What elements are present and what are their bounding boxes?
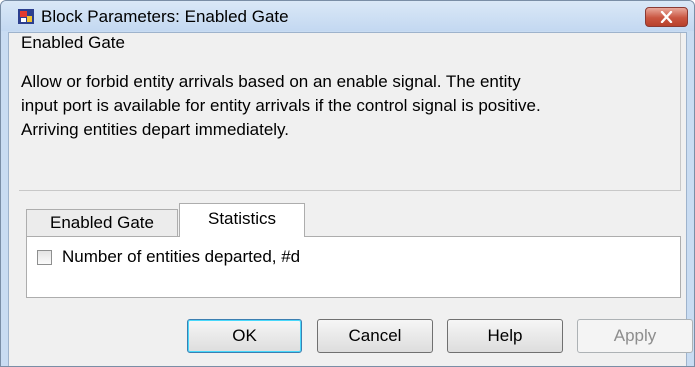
block-description: Allow or forbid entity arrivals based on…: [21, 70, 676, 142]
description-line: Allow or forbid entity arrivals based on…: [21, 72, 521, 91]
cancel-button[interactable]: Cancel: [317, 319, 433, 353]
description-line: input port is available for entity arriv…: [21, 96, 541, 115]
statistics-tab-panel: Number of entities departed, #d: [26, 236, 681, 298]
close-button[interactable]: [645, 7, 688, 27]
simulink-block-icon: [18, 9, 34, 24]
dialog-window: Block Parameters: Enabled Gate Enabled G…: [0, 0, 695, 367]
tab-enabled-gate[interactable]: Enabled Gate: [26, 209, 178, 237]
ok-button[interactable]: OK: [187, 319, 302, 353]
apply-button[interactable]: Apply: [577, 319, 693, 353]
window-title: Block Parameters: Enabled Gate: [41, 7, 289, 26]
group-title: Enabled Gate: [21, 33, 125, 52]
entities-departed-label[interactable]: Number of entities departed, #d: [62, 247, 300, 267]
entities-departed-checkbox[interactable]: [37, 250, 52, 265]
tab-statistics[interactable]: Statistics: [179, 203, 305, 237]
close-icon: [660, 11, 673, 23]
title-bar[interactable]: Block Parameters: Enabled Gate: [1, 1, 694, 31]
description-line: Arriving entities depart immediately.: [21, 120, 290, 139]
help-button[interactable]: Help: [447, 319, 563, 353]
